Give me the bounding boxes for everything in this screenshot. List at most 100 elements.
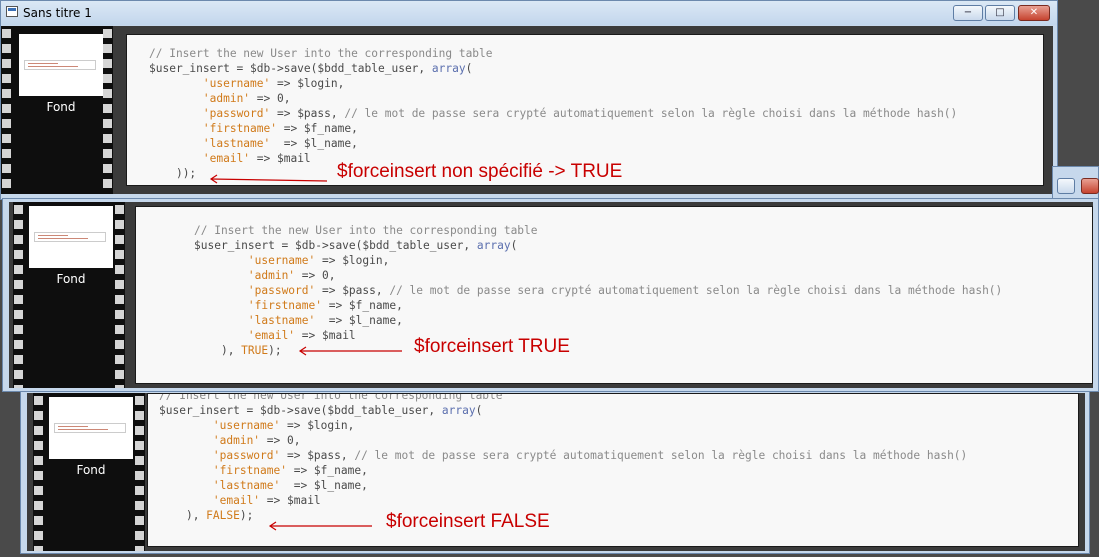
code-text: $user_insert = $db->save($bdd_table_user…: [194, 239, 477, 252]
code-text: => 0,: [295, 269, 336, 282]
film-perforation: [103, 26, 112, 194]
code-string: 'firstname': [247, 299, 322, 312]
maximize-button[interactable]: □: [985, 5, 1015, 21]
code-comment: // le mot de passe sera crypté automatiq…: [344, 107, 958, 120]
app-icon: [6, 6, 18, 17]
film-strip: Fond: [33, 393, 145, 551]
code-string: 'admin': [212, 434, 261, 447]
thumbnail-preview: [54, 423, 126, 433]
film-strip: Fond: [1, 26, 113, 194]
code-string: 'lastname': [247, 314, 316, 327]
annotation-force-true: $forceinsert TRUE: [414, 336, 570, 357]
code-block: // Insert the new User into the correspo…: [159, 393, 968, 523]
slide-label: Fond: [46, 100, 76, 114]
code-text: => $login,: [315, 254, 390, 267]
film-perforation: [115, 202, 124, 388]
slide-thumbnail[interactable]: [29, 206, 113, 268]
code-text: => $f_name,: [321, 299, 403, 312]
code-comment: // le mot de passe sera crypté automatiq…: [389, 284, 1003, 297]
code-panel: // Insert the new User into the correspo…: [135, 206, 1093, 384]
code-text: => $l_name,: [280, 479, 368, 492]
code-keyword: array: [431, 62, 466, 75]
film-perforation: [135, 393, 144, 551]
code-string: 'password': [202, 107, 271, 120]
code-string: 'admin': [247, 269, 296, 282]
slide-label: Fond: [56, 272, 86, 286]
code-text: );: [268, 344, 282, 357]
window-1: Sans titre 1 − □ ✕ Fond // Insert the ne…: [0, 0, 1058, 200]
window-1-content: Fond // Insert the new User into the cor…: [1, 26, 1053, 194]
film-perforation: [2, 26, 11, 194]
code-text: => $pass,: [280, 449, 355, 462]
code-string: 'email': [212, 494, 261, 507]
window-titlebar[interactable]: Sans titre 1 − □ ✕: [1, 1, 1057, 25]
code-string: 'username': [212, 419, 281, 432]
code-text: => $f_name,: [276, 122, 358, 135]
code-text: => $pass,: [270, 107, 345, 120]
slide-thumbnail[interactable]: [49, 397, 133, 459]
code-text: => $mail: [260, 494, 321, 507]
code-text: $user_insert = $db->save($bdd_table_user…: [149, 62, 432, 75]
code-string: 'password': [247, 284, 316, 297]
code-comment: // Insert the new User into the correspo…: [159, 393, 503, 402]
annotation-force-false: $forceinsert FALSE: [386, 511, 550, 532]
film-perforation: [14, 202, 23, 388]
film-perforation: [34, 393, 43, 551]
code-string: 'firstname': [202, 122, 277, 135]
code-string: 'admin': [202, 92, 251, 105]
code-block: // Insert the new User into the correspo…: [194, 223, 1002, 358]
code-text: => $pass,: [315, 284, 390, 297]
window-3: Fond // Insert the new User into the cor…: [20, 382, 1090, 554]
slide-thumbnail[interactable]: [19, 34, 103, 96]
annotation-force-unspecified: $forceinsert non spécifié -> TRUE: [337, 161, 623, 182]
minimize-button[interactable]: −: [953, 5, 983, 21]
annotation-arrow: [268, 521, 372, 531]
code-keyword: FALSE: [206, 509, 240, 522]
code-panel: // Insert the new User into the correspo…: [126, 34, 1044, 186]
code-string: 'username': [202, 77, 271, 90]
code-text: => $l_name,: [315, 314, 403, 327]
code-keyword: array: [476, 239, 511, 252]
code-text: => $f_name,: [286, 464, 368, 477]
window-title: Sans titre 1: [23, 6, 92, 20]
code-text: (: [510, 239, 518, 252]
code-text: ),: [220, 344, 242, 357]
code-text: );: [239, 509, 254, 522]
code-keyword: TRUE: [241, 344, 269, 357]
code-string: 'email': [247, 329, 296, 342]
code-text: => $login,: [280, 419, 355, 432]
thumbnail-preview: [34, 232, 106, 242]
code-text: ),: [185, 509, 207, 522]
code-keyword: array: [441, 404, 476, 417]
code-text: => 0,: [250, 92, 291, 105]
background-window-edge: [1052, 166, 1099, 200]
close-button[interactable]: ✕: [1018, 5, 1050, 21]
thumbnail-preview: [24, 60, 96, 70]
code-text: => $login,: [270, 77, 345, 90]
code-text: => $mail: [250, 152, 311, 165]
code-text: => 0,: [260, 434, 301, 447]
code-text: => $l_name,: [270, 137, 358, 150]
slide-label: Fond: [76, 463, 106, 477]
code-string: 'email': [202, 152, 251, 165]
code-comment: // le mot de passe sera crypté automatiq…: [354, 449, 968, 462]
code-text: (: [475, 404, 483, 417]
film-strip: Fond: [13, 202, 125, 388]
background-close-button[interactable]: [1081, 178, 1099, 194]
annotation-arrow: [298, 346, 402, 356]
window-2: Fond // Insert the new User into the cor…: [2, 198, 1099, 392]
code-string: 'username': [247, 254, 316, 267]
window-3-content: Fond // Insert the new User into the cor…: [27, 393, 1085, 551]
code-string: 'firstname': [212, 464, 287, 477]
annotation-arrow: [209, 174, 328, 184]
code-comment: // Insert the new User into the correspo…: [149, 47, 493, 60]
code-text: ));: [175, 167, 197, 180]
code-text: $user_insert = $db->save($bdd_table_user…: [159, 404, 442, 417]
code-string: 'password': [212, 449, 281, 462]
code-string: 'lastname': [212, 479, 281, 492]
code-text: (: [465, 62, 473, 75]
code-string: 'lastname': [202, 137, 271, 150]
background-maximize-button[interactable]: [1057, 178, 1075, 194]
code-comment: // Insert the new User into the correspo…: [194, 224, 538, 237]
code-panel: // Insert the new User into the correspo…: [147, 393, 1079, 547]
